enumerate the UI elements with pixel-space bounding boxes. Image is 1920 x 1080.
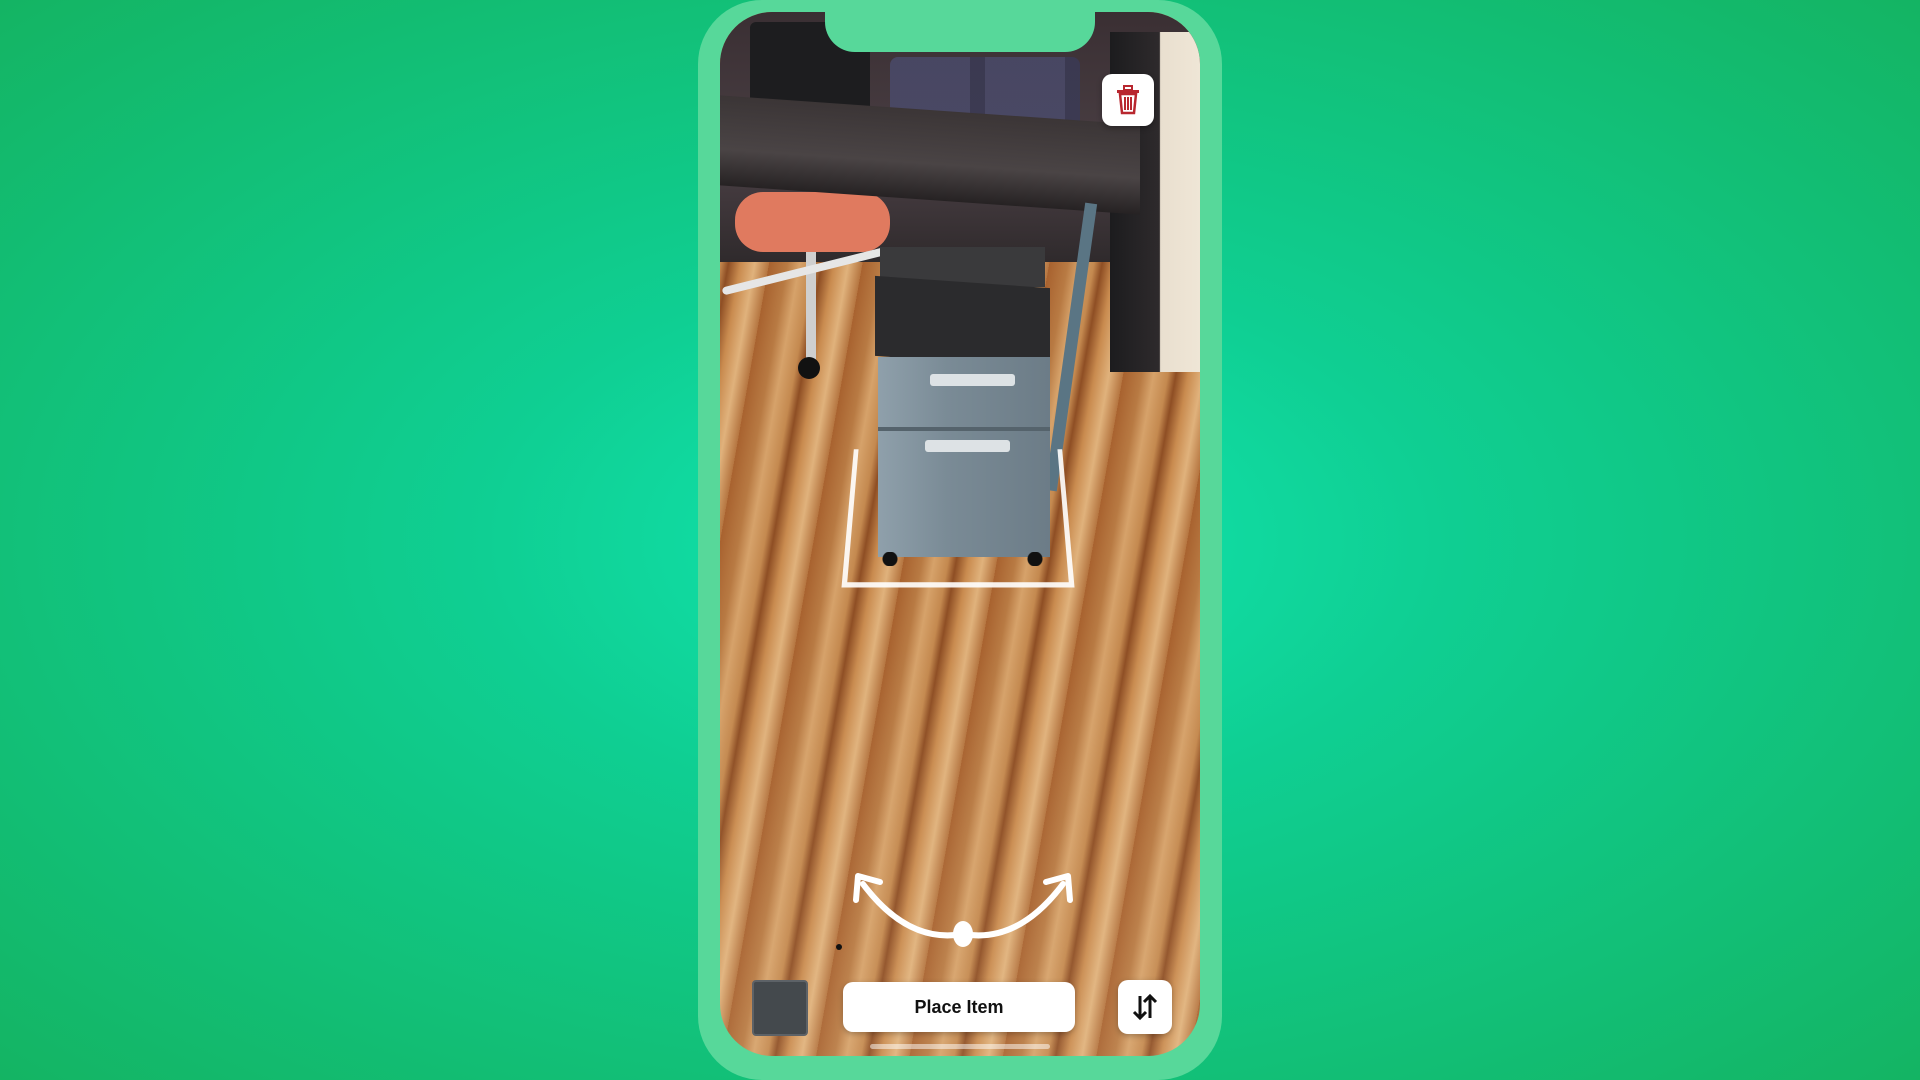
cabinet-top (875, 275, 1050, 369)
cabinet-drawer-divider (878, 427, 1050, 431)
phone-notch (825, 0, 1095, 52)
office-chair-wheel (798, 357, 820, 379)
item-thumbnail[interactable] (752, 980, 808, 1036)
cabinet-handle-top (930, 374, 1015, 386)
home-indicator[interactable] (870, 1044, 1050, 1049)
swap-vertical-icon (1132, 993, 1158, 1021)
office-chair-seat (735, 192, 890, 252)
place-item-button[interactable]: Place Item (843, 982, 1075, 1032)
cabinet-handle-bottom (925, 440, 1010, 452)
ar-file-cabinet-model[interactable] (878, 357, 1050, 557)
trash-icon (1117, 85, 1139, 115)
rotate-gesture-icon[interactable] (848, 862, 1078, 952)
ar-tracking-dot (836, 944, 842, 950)
cabinet-wheels (880, 552, 1045, 566)
delete-button[interactable] (1102, 74, 1154, 126)
swap-button[interactable] (1118, 980, 1172, 1034)
